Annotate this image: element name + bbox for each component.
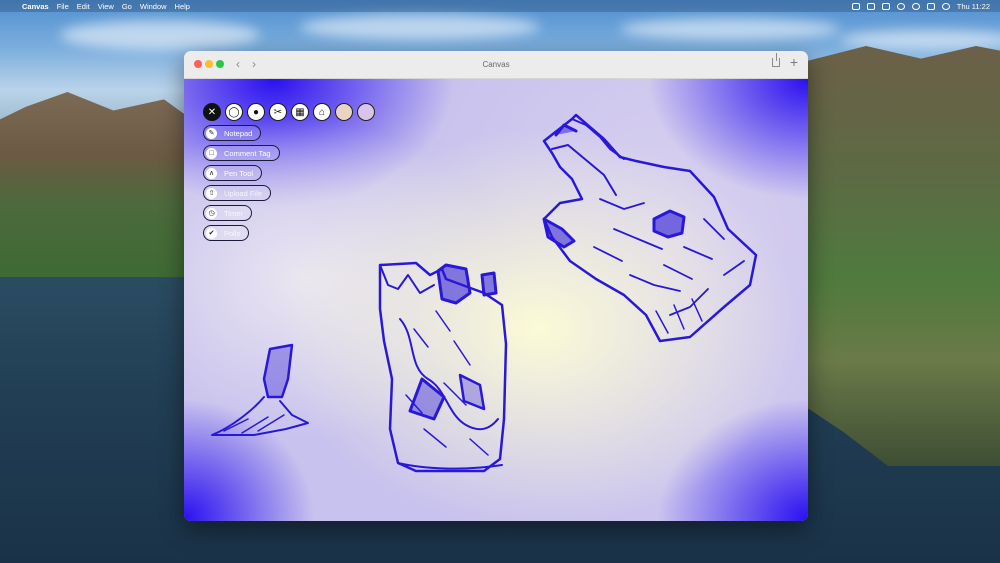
menu-go[interactable]: Go [122, 2, 132, 11]
notepad-label: Notepad [224, 128, 253, 138]
drawing-canvas[interactable]: ✕ ◯ ● ✂ ▦ ⌂ ✎ Notepad □ Comment Tag ∧ Pe… [184, 79, 808, 521]
top-toolbar: ✕ ◯ ● ✂ ▦ ⌂ [203, 103, 375, 121]
mountains-left [0, 92, 210, 277]
battery-icon[interactable] [881, 2, 890, 10]
timer-label: Timer [224, 208, 243, 218]
display-icon[interactable] [851, 2, 860, 10]
speech-bubble-icon[interactable]: ◯ [225, 103, 243, 121]
polls-button[interactable]: ✔ Polls [203, 225, 250, 241]
window-title: Canvas [482, 60, 510, 69]
pen-tool-button[interactable]: ∧ Pen Tool [203, 165, 263, 181]
crumpled-bag-sketch [378, 261, 508, 473]
notepad-button[interactable]: ✎ Notepad [203, 125, 262, 141]
menu-file[interactable]: File [57, 2, 69, 11]
notepad-icon: ✎ [206, 127, 217, 139]
menu-help[interactable]: Help [175, 2, 190, 11]
control-center-icon[interactable] [926, 2, 935, 10]
timer-button[interactable]: ◷ Timer [203, 205, 252, 221]
title-bar: ‹ › Canvas + [184, 51, 808, 79]
cloud [620, 18, 840, 40]
share-icon[interactable] [772, 53, 780, 67]
siri-icon[interactable] [941, 2, 950, 10]
wifi-icon[interactable] [896, 2, 905, 10]
new-tab-plus-icon[interactable]: + [790, 54, 798, 70]
tool-menu: ✎ Notepad □ Comment Tag ∧ Pen Tool ⇧ Upl… [203, 125, 280, 241]
comment-icon: □ [206, 147, 217, 159]
menu-bar: Canvas File Edit View Go Window Help Thu… [0, 0, 1000, 12]
clock[interactable]: Thu 11:22 [957, 2, 990, 11]
menu-edit[interactable]: Edit [77, 2, 90, 11]
menu-view[interactable]: View [98, 2, 114, 11]
home-icon[interactable]: ⌂ [313, 103, 331, 121]
upload-icon: ⇧ [206, 187, 217, 199]
calendar-icon[interactable]: ▦ [291, 103, 309, 121]
app-window: ‹ › Canvas + ✕ ◯ ● ✂ ▦ ⌂ ✎ Notepad □ Com… [184, 51, 808, 521]
status-area: Thu 11:22 [851, 0, 990, 12]
share-nodes-icon[interactable]: ● [247, 103, 265, 121]
pen-tool-label: Pen Tool [224, 168, 254, 178]
search-icon[interactable] [911, 2, 920, 10]
mountains-right [800, 46, 1000, 466]
menu-app-name[interactable]: Canvas [22, 2, 49, 11]
tools-icon[interactable]: ✕ [203, 103, 221, 121]
comment-tag-button[interactable]: □ Comment Tag [203, 145, 280, 161]
scissors-icon[interactable]: ✂ [269, 103, 287, 121]
timer-icon: ◷ [206, 207, 217, 219]
upload-file-label: Upload File [224, 188, 262, 198]
polls-label: Polls [224, 228, 241, 238]
pen-icon: ∧ [206, 167, 217, 179]
hand-sketch [542, 113, 758, 343]
small-object-sketch [211, 343, 309, 436]
thumbs-up-icon: ✔ [206, 227, 217, 239]
bluetooth-icon[interactable] [866, 2, 875, 10]
avatar[interactable] [335, 103, 353, 121]
cloud [300, 14, 540, 40]
cloud [60, 20, 260, 50]
avatar[interactable] [357, 103, 375, 121]
menu-window[interactable]: Window [140, 2, 167, 11]
comment-tag-label: Comment Tag [224, 148, 271, 158]
upload-file-button[interactable]: ⇧ Upload File [203, 185, 271, 201]
